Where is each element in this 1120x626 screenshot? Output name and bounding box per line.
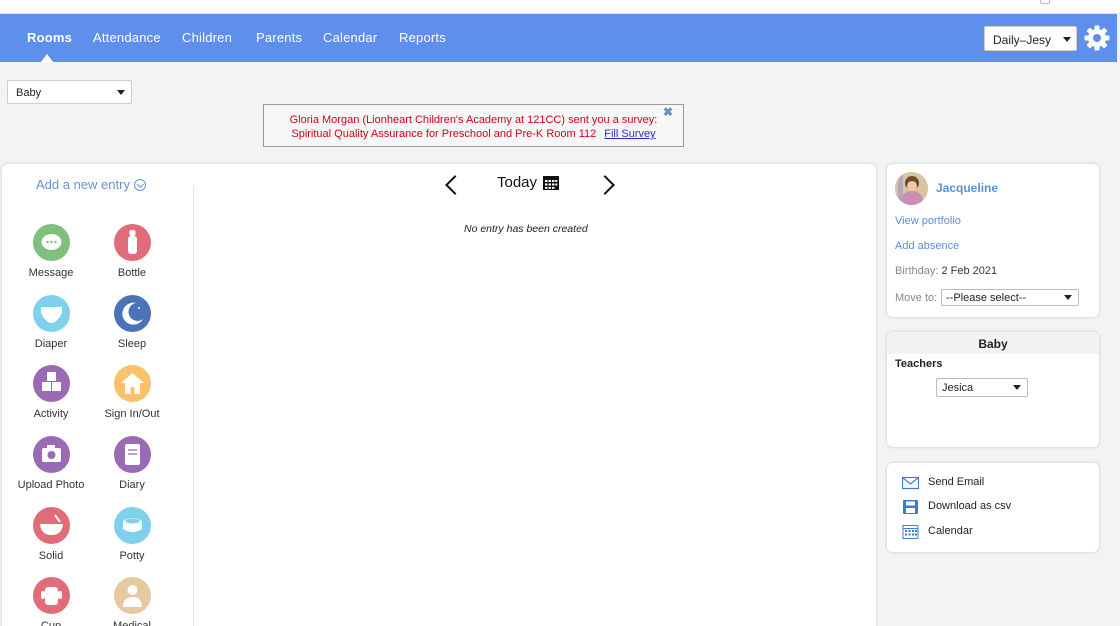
bottle-icon	[113, 224, 151, 261]
entry-label: Upload Photo	[17, 479, 85, 491]
child-name-link[interactable]: Jacqueline	[936, 181, 998, 195]
envelope-icon	[902, 476, 919, 490]
panel-divider	[193, 186, 194, 626]
child-avatar[interactable]	[895, 172, 928, 205]
empty-entries-message: No entry has been created	[464, 223, 588, 235]
entry-label: Medical	[113, 620, 151, 626]
nav-calendar[interactable]: Calendar	[323, 30, 377, 45]
nav-rooms[interactable]: Rooms	[27, 30, 72, 45]
entry-label: Sleep	[117, 338, 147, 350]
entry-label: Diary	[119, 479, 145, 491]
room-filter-select[interactable]: Baby	[7, 80, 132, 104]
mini-icon	[1040, 0, 1050, 4]
move-to-value: --Please select--	[946, 292, 1027, 304]
actions-card: Send Email Download as csv Calendar	[887, 463, 1099, 552]
user-select[interactable]: Daily–Jesy	[984, 26, 1077, 51]
browser-top-strip	[0, 0, 1120, 14]
chevron-down-icon	[1063, 37, 1071, 42]
camera-icon	[32, 436, 70, 473]
entry-sign-in-out-button[interactable]: Sign In/Out	[92, 365, 172, 420]
view-portfolio-link[interactable]: View portfolio	[895, 215, 961, 227]
entry-label: Sign In/Out	[104, 408, 160, 420]
close-icon[interactable]: ✖	[663, 105, 673, 119]
entries-panel: Add a new entry Message Bottle Diaper Sleep…	[2, 164, 876, 626]
room-card: Baby Teachers Jesica	[887, 332, 1099, 447]
room-filter-value: Baby	[16, 87, 42, 99]
day-navigator: Today	[442, 172, 622, 202]
nav-children[interactable]: Children	[182, 30, 232, 45]
house-icon	[113, 365, 151, 402]
entry-activity-button[interactable]: Activity	[11, 365, 91, 420]
gear-icon[interactable]	[1083, 24, 1111, 52]
chevron-down-icon	[1013, 385, 1021, 390]
blocks-icon	[32, 365, 70, 402]
bowl-icon	[32, 507, 70, 544]
nav-reports[interactable]: Reports	[399, 30, 446, 45]
add-absence-link[interactable]: Add absence	[895, 240, 959, 252]
diary-icon	[113, 436, 151, 473]
entry-sleep-button[interactable]: Sleep	[92, 295, 172, 350]
teacher-select[interactable]: Jesica	[936, 378, 1028, 397]
chevron-down-icon	[1064, 295, 1072, 300]
chevron-down-icon	[117, 90, 125, 95]
entry-medical-button[interactable]: Medical	[92, 577, 172, 626]
birthday-value: 2 Feb 2021	[941, 265, 998, 277]
nav-parents[interactable]: Parents	[256, 30, 302, 45]
download-csv-action[interactable]: Download as csv	[902, 498, 1082, 516]
message-icon	[32, 224, 70, 261]
entry-bottle-button[interactable]: Bottle	[92, 224, 172, 279]
add-entry-label: Add a new entry	[36, 177, 130, 192]
moon-icon	[113, 295, 151, 332]
entry-label: Solid	[38, 550, 64, 562]
survey-title: Spiritual Quality Assurance for Preschoo…	[291, 128, 597, 140]
calendar-icon[interactable]	[543, 176, 559, 190]
entry-diaper-button[interactable]: Diaper	[11, 295, 91, 350]
move-to-select[interactable]: --Please select--	[941, 289, 1079, 306]
teachers-label: Teachers	[895, 358, 943, 370]
entry-potty-button[interactable]: Potty	[92, 507, 172, 562]
download-csv-label: Download as csv	[928, 500, 1012, 512]
entry-label: Message	[28, 267, 74, 279]
move-to-label: Move to:	[895, 292, 938, 304]
birthday-row: Birthday: 2 Feb 2021	[895, 265, 997, 277]
diaper-icon	[32, 295, 70, 332]
next-day-arrow-icon[interactable]	[595, 175, 615, 195]
calendar-label: Calendar	[928, 525, 973, 537]
doctor-icon	[113, 577, 151, 614]
room-card-title: Baby	[887, 332, 1099, 354]
floppy-disk-icon	[903, 500, 918, 514]
entry-label: Cup	[40, 620, 62, 626]
survey-line-2: Spiritual Quality Assurance for Preschoo…	[264, 127, 683, 141]
entry-label: Potty	[119, 550, 145, 562]
teacher-select-value: Jesica	[942, 382, 974, 394]
entry-diary-button[interactable]: Diary	[92, 436, 172, 491]
active-tab-indicator	[41, 54, 53, 62]
chevron-down-circle-icon	[133, 179, 146, 191]
top-navbar: Rooms Attendance Children Parents Calend…	[0, 14, 1117, 62]
entry-upload-photo-button[interactable]: Upload Photo	[11, 436, 91, 491]
child-card: Jacqueline View portfolio Add absence Bi…	[887, 164, 1099, 317]
entry-cup-button[interactable]: Cup	[11, 577, 91, 626]
send-email-action[interactable]: Send Email	[902, 474, 1082, 492]
potty-icon	[113, 507, 151, 544]
entry-solid-button[interactable]: Solid	[11, 507, 91, 562]
cup-icon	[32, 577, 70, 614]
birthday-label: Birthday:	[895, 265, 939, 277]
survey-banner: Gloria Morgan (Lionheart Children's Acad…	[263, 104, 684, 147]
entry-label: Bottle	[117, 267, 147, 279]
survey-line-1: Gloria Morgan (Lionheart Children's Acad…	[289, 114, 658, 126]
nav-attendance[interactable]: Attendance	[93, 30, 161, 45]
send-email-label: Send Email	[928, 476, 985, 488]
fill-survey-link[interactable]: Fill Survey	[604, 128, 655, 140]
previous-day-arrow-icon[interactable]	[445, 175, 465, 195]
entry-message-button[interactable]: Message	[11, 224, 91, 279]
today-label: Today	[497, 174, 538, 191]
user-select-value: Daily–Jesy	[993, 33, 1052, 47]
entry-label: Diaper	[34, 338, 68, 350]
calendar-icon	[902, 525, 919, 539]
entry-label: Activity	[33, 408, 69, 420]
calendar-action[interactable]: Calendar	[902, 523, 1082, 541]
add-entry-toggle[interactable]: Add a new entry	[36, 177, 146, 192]
